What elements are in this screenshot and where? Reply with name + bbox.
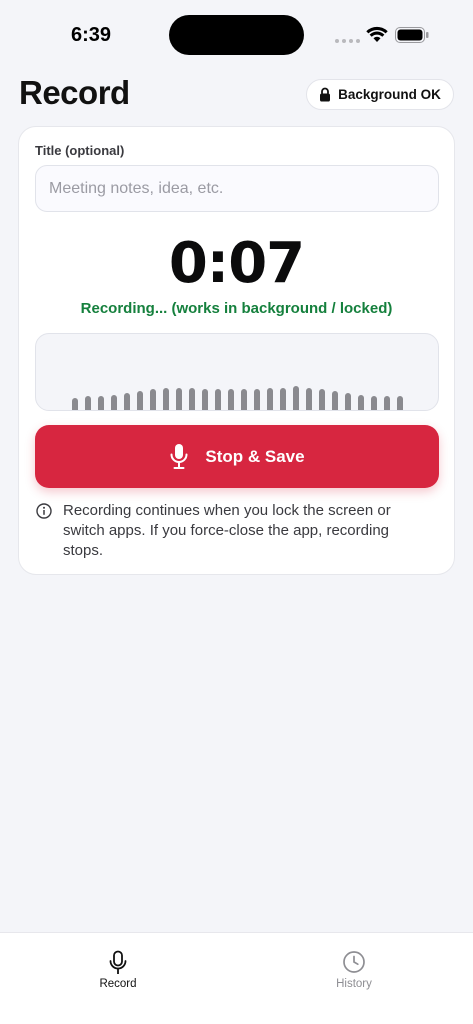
waveform-bar bbox=[331, 391, 338, 410]
waveform-bar bbox=[240, 389, 247, 410]
tab-record-label: Record bbox=[99, 978, 137, 990]
tab-bar: Record History bbox=[0, 932, 473, 1024]
stop-and-save-label: Stop & Save bbox=[205, 446, 305, 466]
cellular-signal-icon bbox=[335, 39, 360, 43]
title-field-label: Title (optional) bbox=[35, 143, 125, 158]
waveform-bar bbox=[97, 396, 104, 410]
waveform-bar bbox=[253, 389, 260, 410]
waveform-bar bbox=[318, 389, 325, 410]
dynamic-island bbox=[169, 15, 304, 55]
recorder-card: Title (optional) 0:07 Recording... (work… bbox=[18, 126, 455, 575]
info-text: Recording continues when you lock the sc… bbox=[63, 502, 391, 559]
waveform-bar bbox=[279, 388, 286, 410]
clock-icon bbox=[343, 951, 365, 973]
wifi-icon bbox=[366, 26, 388, 42]
page-title: Record bbox=[19, 74, 130, 111]
status-time: 6:39 bbox=[70, 24, 112, 46]
waveform-bar bbox=[266, 388, 273, 410]
waveform-bar bbox=[84, 396, 91, 410]
background-status-label: Background OK bbox=[338, 87, 441, 102]
status-bar: 6:39 bbox=[0, 0, 473, 70]
waveform-bar bbox=[188, 388, 195, 410]
info-icon bbox=[36, 503, 52, 519]
waveform-bar bbox=[370, 396, 377, 410]
waveform-bar bbox=[136, 391, 143, 410]
waveform-bar bbox=[396, 396, 403, 410]
waveform-bar bbox=[305, 388, 312, 410]
waveform-bar bbox=[123, 393, 130, 410]
waveform-bar bbox=[71, 398, 78, 410]
elapsed-timer: 0:07 bbox=[168, 231, 305, 296]
battery-icon bbox=[395, 27, 429, 43]
mic-icon bbox=[109, 950, 127, 974]
waveform-bar bbox=[162, 388, 169, 410]
background-status-badge[interactable]: Background OK bbox=[306, 79, 454, 110]
lock-icon bbox=[320, 87, 331, 102]
tab-history[interactable]: History bbox=[294, 933, 414, 1003]
waveform-visualizer bbox=[35, 333, 439, 411]
microphone-icon bbox=[170, 444, 188, 469]
waveform-bar bbox=[292, 386, 299, 410]
waveform-bar bbox=[227, 389, 234, 410]
stop-and-save-button[interactable]: Stop & Save bbox=[35, 425, 439, 488]
waveform-bar bbox=[357, 395, 364, 410]
waveform-bar bbox=[214, 389, 221, 410]
title-input[interactable] bbox=[35, 165, 439, 212]
waveform-bar bbox=[149, 389, 156, 410]
waveform-bar bbox=[175, 388, 182, 410]
waveform-bars bbox=[36, 370, 438, 410]
waveform-bar bbox=[201, 389, 208, 410]
waveform-bar bbox=[110, 395, 117, 410]
tab-record[interactable]: Record bbox=[58, 933, 178, 1003]
tab-history-label: History bbox=[336, 978, 372, 990]
waveform-bar bbox=[344, 393, 351, 410]
recording-status: Recording... (works in background / lock… bbox=[80, 300, 393, 317]
waveform-bar bbox=[383, 396, 390, 410]
